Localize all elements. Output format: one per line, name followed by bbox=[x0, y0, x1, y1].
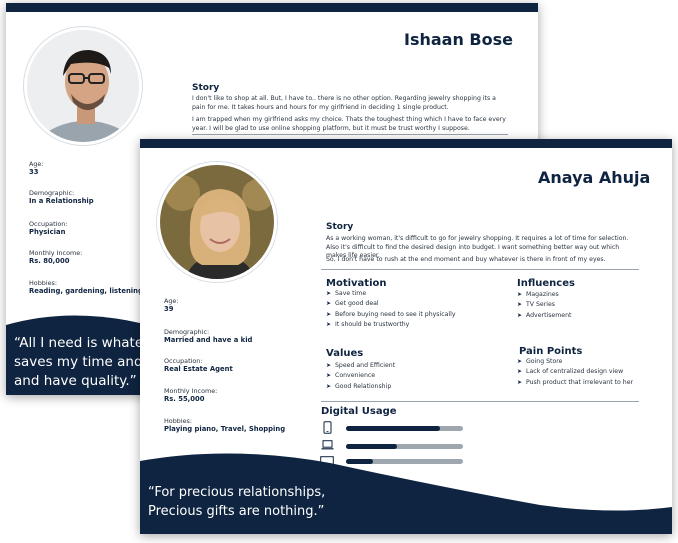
occupation-value: Physician bbox=[29, 228, 66, 236]
list-item-text: Going Store bbox=[526, 358, 563, 365]
arrow-bullet-icon: ➤ bbox=[326, 382, 332, 390]
quote-line-2: saves my time and m bbox=[14, 354, 160, 370]
divider bbox=[192, 134, 508, 135]
divider bbox=[321, 269, 639, 270]
list-item: ➤ Magazines bbox=[517, 290, 571, 300]
income-label: Monthly Income: bbox=[164, 387, 218, 395]
persona-card-anaya: Anaya Ahuja Story As a working woman, it… bbox=[140, 139, 672, 534]
values-title: Values bbox=[326, 348, 364, 359]
age-value: 33 bbox=[29, 168, 39, 176]
list-item: ➤ TV Series bbox=[517, 300, 571, 310]
list-item: ➤ Save time bbox=[326, 289, 456, 299]
divider bbox=[321, 401, 639, 402]
values-list: ➤ Speed and Efficient ➤ Convenience ➤ Good Re… bbox=[326, 361, 395, 392]
list-item-text: Good Relationship bbox=[335, 382, 392, 390]
list-item: ➤ Push product that irrelevant to her bbox=[517, 378, 633, 388]
influences-title: Influences bbox=[517, 278, 575, 289]
arrow-bullet-icon: ➤ bbox=[517, 291, 523, 298]
occupation-label: Occupation: bbox=[29, 220, 68, 228]
story-paragraph-2: I am trapped when my girlfriend asks my … bbox=[192, 116, 506, 132]
list-item-text: Push product that irrelevant to her bbox=[526, 378, 634, 386]
digital-usage-title: Digital Usage bbox=[321, 406, 397, 417]
persona-name: Anaya Ahuja bbox=[538, 168, 651, 187]
hobbies-label: Hobbies: bbox=[29, 279, 58, 287]
usage-bar-phone bbox=[346, 426, 463, 431]
list-item-text: Save time bbox=[335, 290, 367, 297]
arrow-bullet-icon: ➤ bbox=[326, 362, 332, 369]
list-item: ➤ Going Store bbox=[517, 357, 633, 367]
influences-list: ➤ Magazines ➤ TV Series ➤ Advertisement bbox=[517, 290, 571, 321]
list-item: ➤ Advertisement bbox=[517, 311, 571, 321]
quote-line-2: Precious gifts are nothing.” bbox=[148, 504, 325, 519]
arrow-bullet-icon: ➤ bbox=[326, 300, 332, 308]
hobbies-label: Hobbies: bbox=[164, 417, 193, 425]
list-item: ➤ Lack of centralized design view bbox=[517, 367, 633, 377]
phone-icon bbox=[323, 421, 332, 434]
persona-name: Ishaan Bose bbox=[404, 30, 513, 49]
motivation-title: Motivation bbox=[326, 278, 387, 289]
list-item-text: Convenience bbox=[335, 372, 376, 380]
usage-bar-fill bbox=[346, 426, 440, 431]
list-item-text: It should be trustworthy bbox=[335, 320, 410, 328]
avatar bbox=[24, 27, 142, 145]
occupation-value: Real Estate Agent bbox=[164, 365, 233, 373]
list-item-text: Lack of centralized design view bbox=[526, 368, 624, 376]
quote-line-3: and have quality.” bbox=[14, 373, 137, 389]
list-item-text: Before buying need to see it physically bbox=[335, 310, 456, 318]
list-item-text: TV Series bbox=[526, 301, 556, 309]
hobbies-value: Playing piano, Travel, Shopping bbox=[164, 425, 286, 433]
demographic-value: In a Relationship bbox=[29, 197, 94, 205]
arrow-bullet-icon: ➤ bbox=[517, 378, 523, 386]
arrow-bullet-icon: ➤ bbox=[517, 311, 523, 319]
quote-line-1: “For precious relationships, bbox=[148, 485, 326, 500]
arrow-bullet-icon: ➤ bbox=[517, 301, 523, 309]
quote-line-1: “All I need is whateve bbox=[14, 335, 160, 351]
age-label: Age: bbox=[164, 297, 179, 305]
list-item-text: Magazines bbox=[526, 291, 559, 298]
arrow-bullet-icon: ➤ bbox=[326, 320, 332, 328]
pain-points-title: Pain Points bbox=[519, 346, 583, 357]
arrow-bullet-icon: ➤ bbox=[517, 368, 523, 376]
story-paragraph-1: I don't like to shop at all. But, I have… bbox=[192, 95, 496, 111]
income-label: Monthly Income: bbox=[29, 249, 83, 257]
arrow-bullet-icon: ➤ bbox=[326, 310, 332, 318]
list-item: ➤ Speed and Efficient bbox=[326, 361, 395, 371]
card-top-bar bbox=[6, 3, 538, 12]
list-item: ➤ It should be trustworthy bbox=[326, 320, 456, 330]
motivation-list: ➤ Save time ➤ Get good deal ➤ Before buying n… bbox=[326, 289, 456, 330]
arrow-bullet-icon: ➤ bbox=[517, 358, 523, 365]
list-item: ➤ Before buying need to see it physically bbox=[326, 310, 456, 320]
list-item-text: Speed and Efficient bbox=[335, 362, 396, 369]
age-label: Age: bbox=[29, 160, 44, 168]
income-value: Rs. 55,000 bbox=[164, 395, 205, 403]
list-item-text: Advertisement bbox=[526, 311, 572, 319]
story-paragraph-2: So, I don't have to rush at the end mome… bbox=[326, 256, 606, 263]
card-top-bar bbox=[140, 139, 672, 148]
story-title: Story bbox=[326, 222, 354, 232]
hobbies-value: Reading, gardening, listening mu bbox=[29, 287, 158, 295]
avatar bbox=[157, 162, 277, 282]
pain-points-list: ➤ Going Store ➤ Lack of centralized design … bbox=[517, 357, 633, 388]
demographic-label: Demographic: bbox=[164, 328, 210, 336]
occupation-label: Occupation: bbox=[164, 357, 203, 365]
list-item: ➤ Good Relationship bbox=[326, 382, 395, 392]
list-item: ➤ Get good deal bbox=[326, 299, 456, 309]
age-value: 39 bbox=[164, 305, 174, 313]
list-item-text: Get good deal bbox=[335, 300, 379, 308]
arrow-bullet-icon: ➤ bbox=[326, 372, 332, 380]
income-value: Rs. 80,000 bbox=[29, 257, 70, 265]
demographic-label: Demographic: bbox=[29, 189, 75, 197]
demographic-value: Married and have a kid bbox=[164, 336, 253, 344]
arrow-bullet-icon: ➤ bbox=[326, 290, 332, 297]
story-title: Story bbox=[192, 83, 220, 93]
list-item: ➤ Convenience bbox=[326, 371, 395, 381]
